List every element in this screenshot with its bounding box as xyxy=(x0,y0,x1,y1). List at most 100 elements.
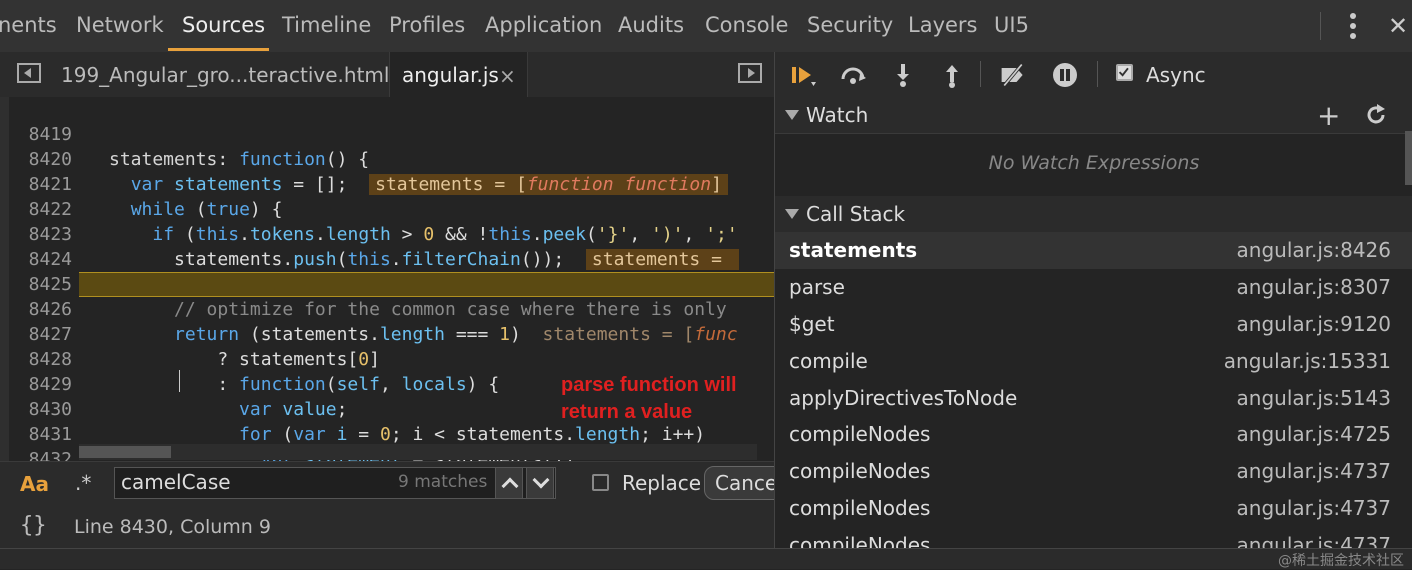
toggle-debugger-icon[interactable] xyxy=(738,63,762,83)
call-frame[interactable]: parse angular.js:8307 xyxy=(775,269,1412,306)
code-line: 8428 : function(self, locals) { xyxy=(9,322,774,395)
tab-network[interactable]: Network xyxy=(76,13,164,37)
code-line: 8422 if (this.tokens.length > 0 && !this… xyxy=(9,172,774,245)
navigator-collapsed-strip xyxy=(0,97,9,461)
tab-security[interactable]: Security xyxy=(807,13,893,37)
watermark: @稀土掘金技术社区 xyxy=(1278,553,1404,569)
call-frame[interactable]: compileNodes angular.js:4737 xyxy=(775,527,1412,548)
watch-title: Watch xyxy=(806,103,869,127)
call-frame[interactable]: compileNodes angular.js:4737 xyxy=(775,453,1412,490)
step-into-icon[interactable] xyxy=(889,62,917,88)
watch-section-header[interactable]: Watch + xyxy=(775,97,1412,134)
tab-ui5[interactable]: UI5 xyxy=(994,13,1029,37)
step-out-icon[interactable] xyxy=(938,62,966,88)
code-line: 8420 var statements = []; statements = [… xyxy=(9,122,774,195)
search-input[interactable]: camelCase xyxy=(114,467,556,499)
frame-location[interactable]: angular.js:8307 xyxy=(1237,275,1391,299)
no-watch-expressions: No Watch Expressions xyxy=(988,152,1200,174)
call-frame[interactable]: compile angular.js:15331 xyxy=(775,343,1412,380)
chevron-down-icon xyxy=(532,471,550,489)
regex-toggle[interactable]: .* xyxy=(75,471,91,495)
frame-name: parse xyxy=(789,275,845,299)
annotation-line-1: parse function will xyxy=(561,374,737,396)
async-checkbox[interactable] xyxy=(1116,64,1133,81)
devtools-tab-bar: nents Network Sources Timeline Profiles … xyxy=(0,0,1412,53)
frame-location[interactable]: angular.js:4737 xyxy=(1237,496,1391,520)
frame-name: compile xyxy=(789,349,868,373)
call-frame[interactable]: statements angular.js:8426 xyxy=(775,232,1412,269)
frame-location[interactable]: angular.js:4737 xyxy=(1237,533,1391,548)
search-query: camelCase xyxy=(121,470,231,494)
step-over-icon[interactable] xyxy=(839,62,867,88)
frame-location[interactable]: angular.js:4737 xyxy=(1237,459,1391,483)
file-tab-angular[interactable]: angular.js xyxy=(402,63,499,87)
previous-match-button[interactable] xyxy=(495,467,523,499)
collapse-triangle-icon xyxy=(785,110,799,120)
frame-location[interactable]: angular.js:9120 xyxy=(1237,312,1391,336)
code-line: 8427 ? statements[0] xyxy=(9,297,774,370)
frame-name: compileNodes xyxy=(789,422,931,446)
frame-location[interactable]: angular.js:8426 xyxy=(1237,238,1391,262)
close-devtools-icon[interactable]: ✕ xyxy=(1388,12,1408,40)
active-tab-indicator xyxy=(168,48,269,51)
next-match-button[interactable] xyxy=(526,467,554,499)
checkmark-icon xyxy=(1118,67,1129,77)
cursor-position: Line 8430, Column 9 xyxy=(74,516,271,538)
toggle-navigator-icon[interactable] xyxy=(17,63,41,83)
frame-location[interactable]: angular.js:4725 xyxy=(1237,422,1391,446)
call-frame[interactable]: applyDirectivesToNode angular.js:5143 xyxy=(775,380,1412,417)
tab-application[interactable]: Application xyxy=(485,13,602,37)
toolbar-separator xyxy=(980,61,981,87)
call-frame[interactable]: compileNodes angular.js:4737 xyxy=(775,490,1412,527)
close-tab-icon[interactable]: × xyxy=(499,64,516,88)
sidebar-scrollbar[interactable] xyxy=(1405,131,1412,185)
call-stack-title: Call Stack xyxy=(806,202,906,226)
code-line: 8425 // optimize for the common case whe… xyxy=(9,247,774,320)
cancel-label: Cance xyxy=(715,471,778,495)
collapse-triangle-icon xyxy=(785,209,799,219)
pause-on-exceptions-icon[interactable] xyxy=(1051,62,1079,88)
code-line: 8424 if (!this.expect(';')) { xyxy=(9,222,774,295)
code-line: 8421 while (true) { xyxy=(9,147,774,220)
pretty-print-icon[interactable]: {} xyxy=(20,513,47,538)
annotation-line-2: return a value xyxy=(561,401,693,423)
frame-name: applyDirectivesToNode xyxy=(789,386,1018,410)
frame-name: statements xyxy=(789,238,918,262)
debugger-sidebar: Async Watch + No Watch Expressions Call … xyxy=(774,52,1412,548)
file-tab-html[interactable]: 199_Angular_gro...teractive.html xyxy=(61,63,389,87)
frame-location[interactable]: angular.js:15331 xyxy=(1224,349,1391,373)
status-bar: {} Line 8430, Column 9 xyxy=(0,506,774,548)
debugger-toolbar: Async xyxy=(775,52,1412,98)
code-line: 8423 statements.push(this.filterChain())… xyxy=(9,197,774,270)
frame-name: $get xyxy=(789,312,835,336)
tab-audits[interactable]: Audits xyxy=(618,13,684,37)
match-case-toggle[interactable]: Aa xyxy=(20,472,49,496)
call-frame[interactable]: compileNodes angular.js:4725 xyxy=(775,416,1412,453)
search-bar: Aa .* camelCase 9 matches Replace Cance xyxy=(0,461,794,506)
frame-location[interactable]: angular.js:5143 xyxy=(1237,386,1391,410)
replace-label: Replace xyxy=(622,471,702,495)
tab-layers[interactable]: Layers xyxy=(908,13,978,37)
horizontal-scrollbar[interactable] xyxy=(79,444,757,460)
scrollbar-thumb[interactable] xyxy=(79,446,171,458)
text-cursor xyxy=(179,370,180,392)
chevron-up-icon xyxy=(501,477,519,495)
tab-console[interactable]: Console xyxy=(705,13,788,37)
code-line-paused: 8426 return (statements.length === 1) st… xyxy=(9,272,774,345)
call-frame[interactable]: $get angular.js:9120 xyxy=(775,306,1412,343)
tab-elements[interactable]: nents xyxy=(0,13,57,37)
deactivate-breakpoints-icon[interactable] xyxy=(999,62,1027,88)
more-options-icon[interactable] xyxy=(1340,11,1366,41)
file-tab-bar: 199_Angular_gro...teractive.html angular… xyxy=(0,52,774,98)
resume-icon[interactable] xyxy=(789,62,817,88)
tab-profiles[interactable]: Profiles xyxy=(389,13,465,37)
code-editor[interactable]: 8419 statements: function() { 8420 var s… xyxy=(9,97,774,461)
tab-timeline[interactable]: Timeline xyxy=(282,13,371,37)
match-count: 9 matches xyxy=(398,472,488,492)
add-watch-icon[interactable]: + xyxy=(1317,99,1340,132)
toolbar-separator xyxy=(1097,61,1098,87)
call-stack-section-header[interactable]: Call Stack xyxy=(775,196,1412,233)
replace-checkbox[interactable] xyxy=(592,474,609,491)
refresh-watch-icon[interactable] xyxy=(1365,104,1387,126)
tab-sources[interactable]: Sources xyxy=(182,13,265,37)
